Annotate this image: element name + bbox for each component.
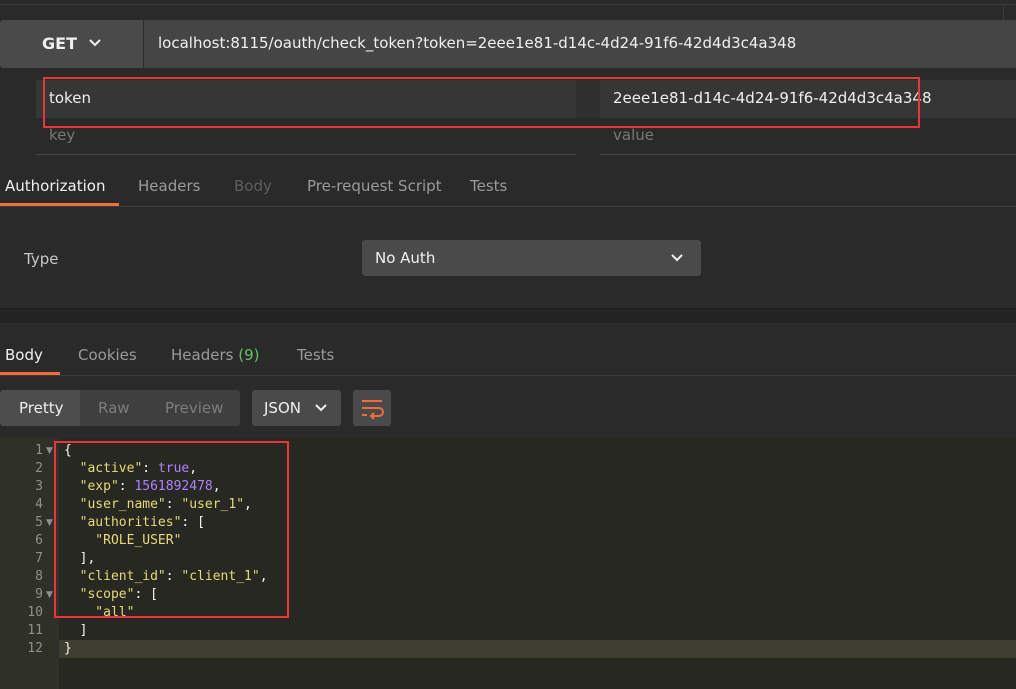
auth-type-value: No Auth xyxy=(375,249,436,267)
chevron-down-icon xyxy=(89,39,101,47)
line-number: 8 xyxy=(35,569,43,584)
line-number: 10 xyxy=(27,605,43,620)
line-number: 5 xyxy=(35,515,43,530)
highlight-box-response xyxy=(54,441,289,618)
line-number: 1 xyxy=(35,443,43,458)
line-number: 9 xyxy=(35,587,43,602)
line-number: 12 xyxy=(27,641,43,656)
line-number-gutter: 1 2 3 4 5 6 7 8 9 10 11 12 ▼ ▼ ▼ xyxy=(0,438,59,689)
tab-pre-request-script[interactable]: Pre-request Script xyxy=(307,177,442,195)
fold-arrow-icon[interactable]: ▼ xyxy=(46,446,53,456)
tab-tests[interactable]: Tests xyxy=(470,177,507,195)
format-dropdown[interactable]: JSON xyxy=(252,390,341,426)
method-label: GET xyxy=(42,34,77,53)
view-preview-button[interactable]: Preview xyxy=(165,399,223,417)
url-input[interactable]: localhost:8115/oauth/check_token?token=2… xyxy=(144,20,1016,68)
method-dropdown[interactable]: GET xyxy=(0,20,143,68)
fold-arrow-icon[interactable]: ▼ xyxy=(46,518,53,528)
request-tabs-divider xyxy=(0,206,1016,207)
headers-count-badge: (9) xyxy=(238,346,260,364)
view-raw-button[interactable]: Raw xyxy=(98,399,130,417)
response-tab-tests[interactable]: Tests xyxy=(297,346,334,364)
response-tabs-divider xyxy=(0,375,1016,376)
chevron-down-icon xyxy=(671,254,683,262)
view-pretty-button[interactable]: Pretty xyxy=(19,399,64,417)
value-underline xyxy=(600,154,1016,155)
active-tab-indicator xyxy=(0,203,119,206)
response-tab-headers-label: Headers xyxy=(171,346,234,364)
new-key-input[interactable]: key xyxy=(49,126,75,144)
response-tab-headers[interactable]: Headers (9) xyxy=(171,346,259,364)
key-underline xyxy=(36,154,576,155)
url-text: localhost:8115/oauth/check_token?token=2… xyxy=(158,34,797,52)
chevron-down-icon xyxy=(315,404,327,412)
line-number: 3 xyxy=(35,479,43,494)
line-number: 4 xyxy=(35,497,43,512)
active-response-tab-indicator xyxy=(0,372,60,375)
line-number: 11 xyxy=(27,623,43,638)
line-number: 6 xyxy=(35,533,43,548)
tab-headers[interactable]: Headers xyxy=(138,177,200,195)
tab-body[interactable]: Body xyxy=(234,177,272,195)
view-mode-toggle: Pretty Raw Preview xyxy=(0,390,240,426)
auth-type-label: Type xyxy=(24,250,59,268)
top-strip xyxy=(0,0,1016,20)
line-number: 7 xyxy=(35,551,43,566)
auth-type-select[interactable]: No Auth xyxy=(362,240,701,276)
response-tab-cookies[interactable]: Cookies xyxy=(78,346,137,364)
code-line: } xyxy=(64,641,72,656)
format-value: JSON xyxy=(264,399,301,417)
top-vertical-divider xyxy=(1003,4,1004,20)
response-tab-body[interactable]: Body xyxy=(5,346,43,364)
fold-arrow-icon[interactable]: ▼ xyxy=(46,590,53,600)
top-divider-line xyxy=(0,4,1016,5)
param-row-empty: key value xyxy=(36,118,1016,155)
wrap-lines-icon xyxy=(362,400,384,420)
code-line: ] xyxy=(64,623,88,638)
tab-authorization[interactable]: Authorization xyxy=(5,177,105,195)
new-value-input[interactable]: value xyxy=(613,126,654,144)
section-separator xyxy=(0,308,1016,323)
wrap-lines-button[interactable] xyxy=(353,390,391,426)
line-number: 2 xyxy=(35,461,43,476)
